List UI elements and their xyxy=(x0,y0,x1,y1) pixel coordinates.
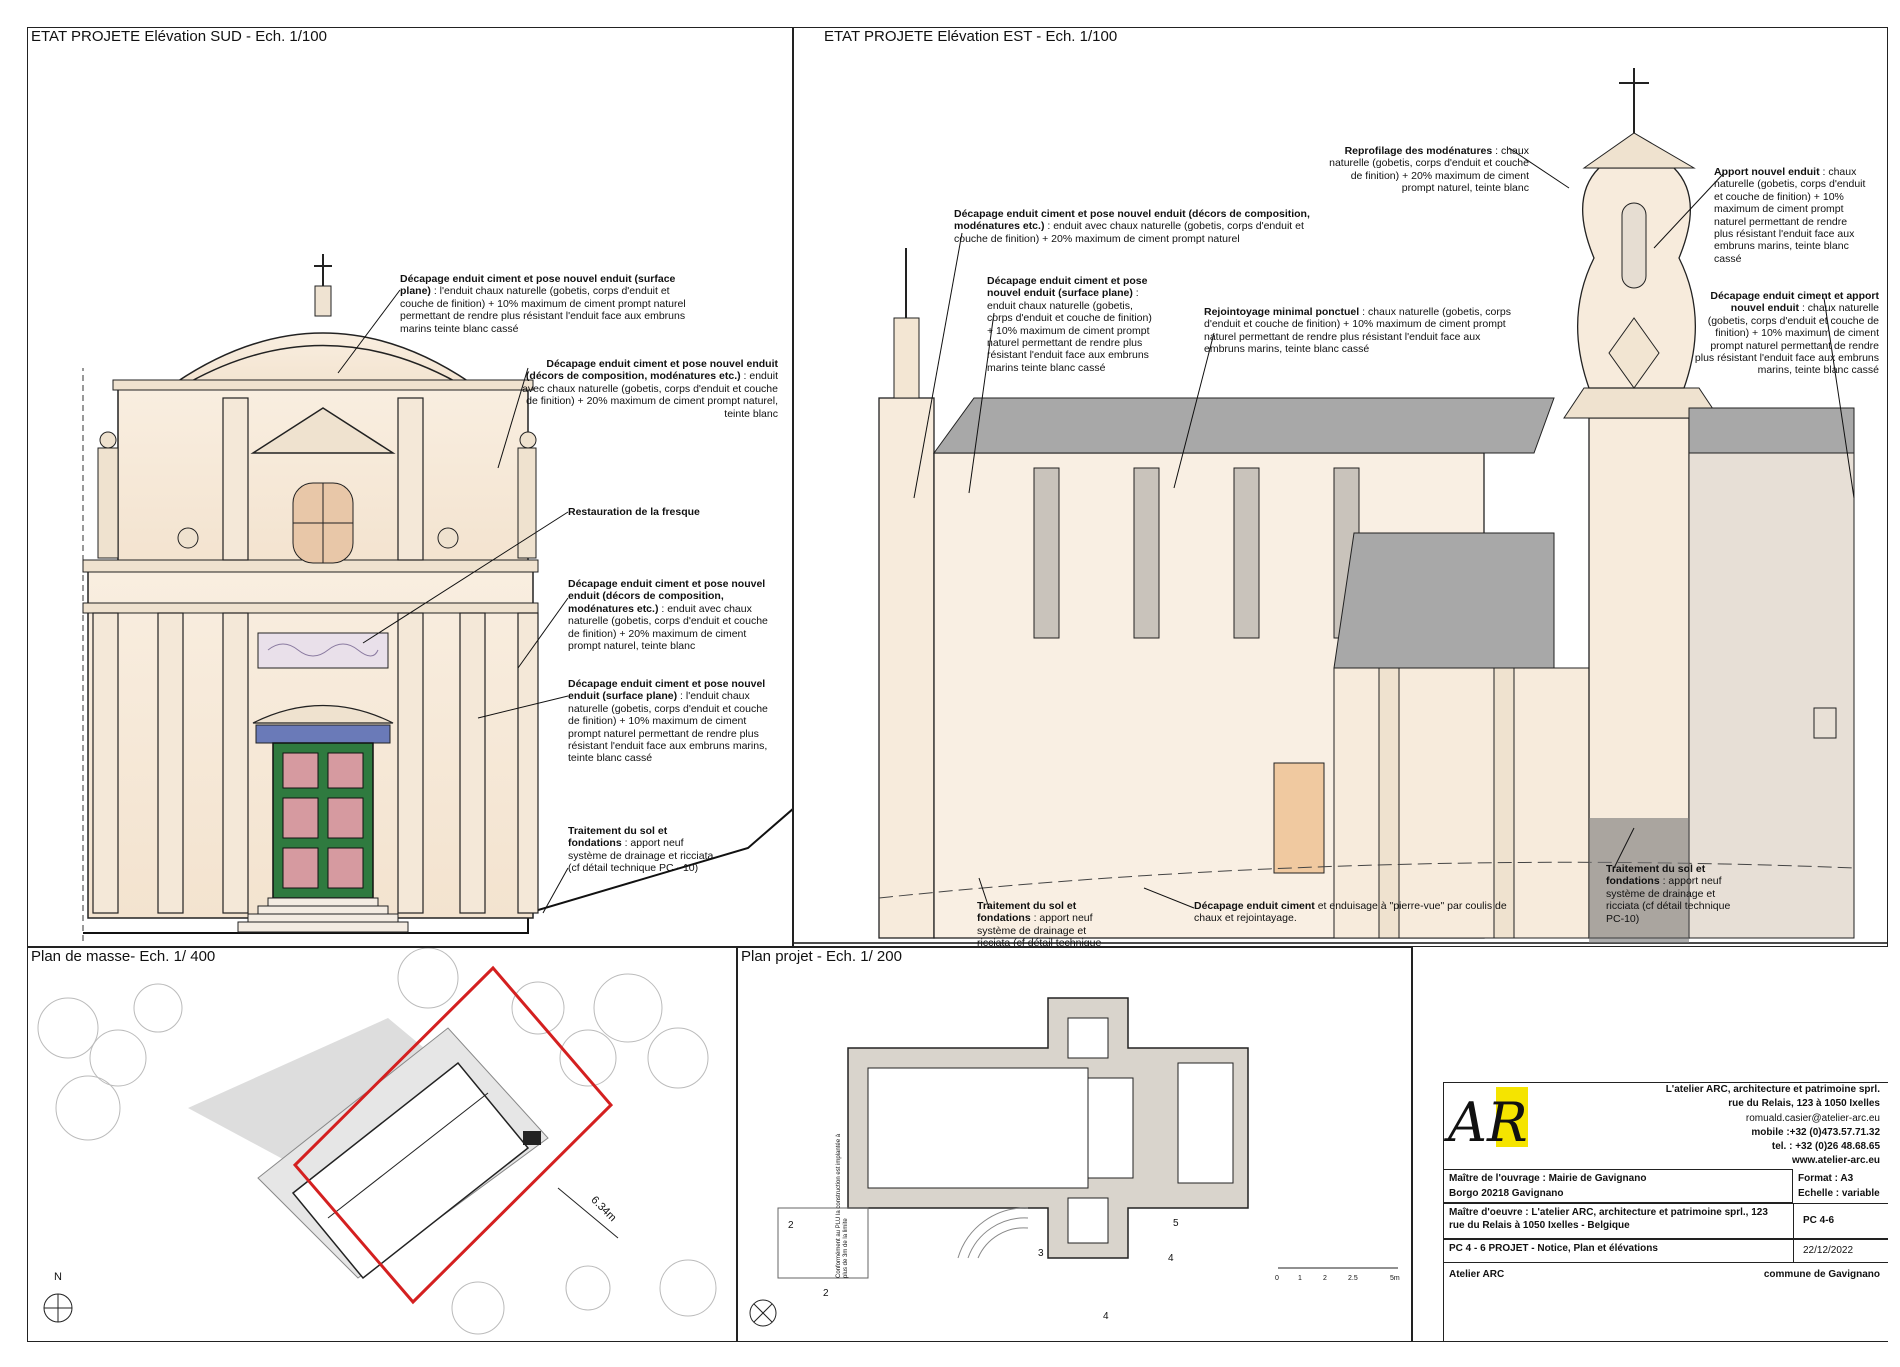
north-label: N xyxy=(54,1271,62,1283)
maitre-ouvrage: Maître de l'ouvrage : Mairie de Gavignan… xyxy=(1449,1173,1647,1184)
note-sud-1: Décapage enduit ciment et pose nouvel en… xyxy=(400,273,686,335)
plan-dim-6: 2 xyxy=(823,1288,829,1299)
firm-address: rue du Relais, 123 à 1050 Ixelles xyxy=(1728,1098,1880,1109)
note-est-1: Reprofilage des modénatures : chaux natu… xyxy=(1329,145,1529,195)
scale-4: 5m xyxy=(1390,1275,1400,1282)
pc-number: PC 4-6 xyxy=(1803,1215,1835,1226)
note-est-5: Rejointoyage minimal ponctuel : chaux na… xyxy=(1204,306,1511,356)
note-sud-6: Traitement du sol et fondations : apport… xyxy=(568,825,714,875)
logo-mark: AR xyxy=(1448,1091,1528,1154)
note-est-7: Traitement du sol et fondations : apport… xyxy=(977,900,1102,947)
plan-dim-3: 4 xyxy=(1168,1253,1174,1264)
plan-dim-2: 5 xyxy=(1173,1218,1179,1229)
elevation-est-panel: ETAT PROJETE Elévation EST - Ech. 1/100 xyxy=(793,27,1888,947)
projet-title: PC 4 - 6 PROJET - Notice, Plan et élévat… xyxy=(1449,1243,1658,1254)
firm-email: romuald.casier@atelier-arc.eu xyxy=(1745,1113,1880,1124)
echelle: Echelle : variable xyxy=(1798,1188,1880,1199)
scale-0: 0 xyxy=(1275,1275,1279,1282)
plan-dim-4: 3 xyxy=(1038,1248,1044,1259)
firm-web: www.atelier-arc.eu xyxy=(1792,1155,1880,1166)
scale-1: 1 xyxy=(1298,1275,1302,1282)
note-est-3: Décapage enduit ciment et pose nouvel en… xyxy=(954,208,1310,245)
maitre-oeuvre: Maître d'oeuvre : L'atelier ARC, archite… xyxy=(1449,1207,1768,1231)
plan-dim-5: 4 xyxy=(1103,1311,1109,1322)
borgo: Borgo 20218 Gavignano xyxy=(1449,1188,1564,1199)
firm-tel: tel. : +32 (0)26 48.68.65 xyxy=(1771,1141,1880,1152)
plan-setback-note: Conformément au PLU la construction est … xyxy=(836,1133,849,1278)
commune: commune de Gavignano xyxy=(1763,1269,1880,1280)
scale-2: 2 xyxy=(1323,1275,1327,1282)
note-est-6: Décapage enduit ciment et apport nouvel … xyxy=(1694,290,1879,377)
plan-masse-drawing xyxy=(37,948,717,1335)
logo: AR xyxy=(1448,1087,1538,1167)
plan-projet-panel: Plan projet - Ech. 1/ 200 2 5 4 3 4 2 Co… xyxy=(737,947,1412,1342)
plan-masse-panel: Plan de masse- Ech. 1/ 400 6.34m N xyxy=(27,947,737,1342)
note-sud-5: Décapage enduit ciment et pose nouvel en… xyxy=(568,678,768,765)
elevation-sud-panel: ETAT PROJETE Elévation SUD - Ech. 1/100 xyxy=(27,27,793,947)
note-sud-3: Restauration de la fresque xyxy=(568,506,700,518)
note-est-2: Apport nouvel enduit : chaux naturelle (… xyxy=(1714,166,1866,265)
firm-mobile: mobile :+32 (0)473.57.71.32 xyxy=(1751,1127,1880,1138)
title-block: AR L'atelier ARC, architecture et patrim… xyxy=(1412,947,1888,1342)
facade-sud-drawing xyxy=(82,254,792,941)
note-est-9: Traitement du sol et fondations : apport… xyxy=(1606,863,1731,925)
date: 22/12/2022 xyxy=(1803,1245,1854,1256)
note-sud-2: Décapage enduit ciment et pose nouvel en… xyxy=(522,358,778,420)
atelier: Atelier ARC xyxy=(1449,1269,1505,1280)
scale-3: 2.5 xyxy=(1348,1275,1358,1282)
firm-name: L'atelier ARC, architecture et patrimoin… xyxy=(1665,1084,1880,1095)
note-est-8: Décapage enduit ciment et enduisage à "p… xyxy=(1194,900,1507,925)
note-sud-4: Décapage enduit ciment et pose nouvel en… xyxy=(568,578,768,653)
note-est-4: Décapage enduit ciment et pose nouvel en… xyxy=(987,275,1152,374)
plan-dim-1: 2 xyxy=(788,1220,794,1231)
format: Format : A3 xyxy=(1798,1173,1854,1184)
